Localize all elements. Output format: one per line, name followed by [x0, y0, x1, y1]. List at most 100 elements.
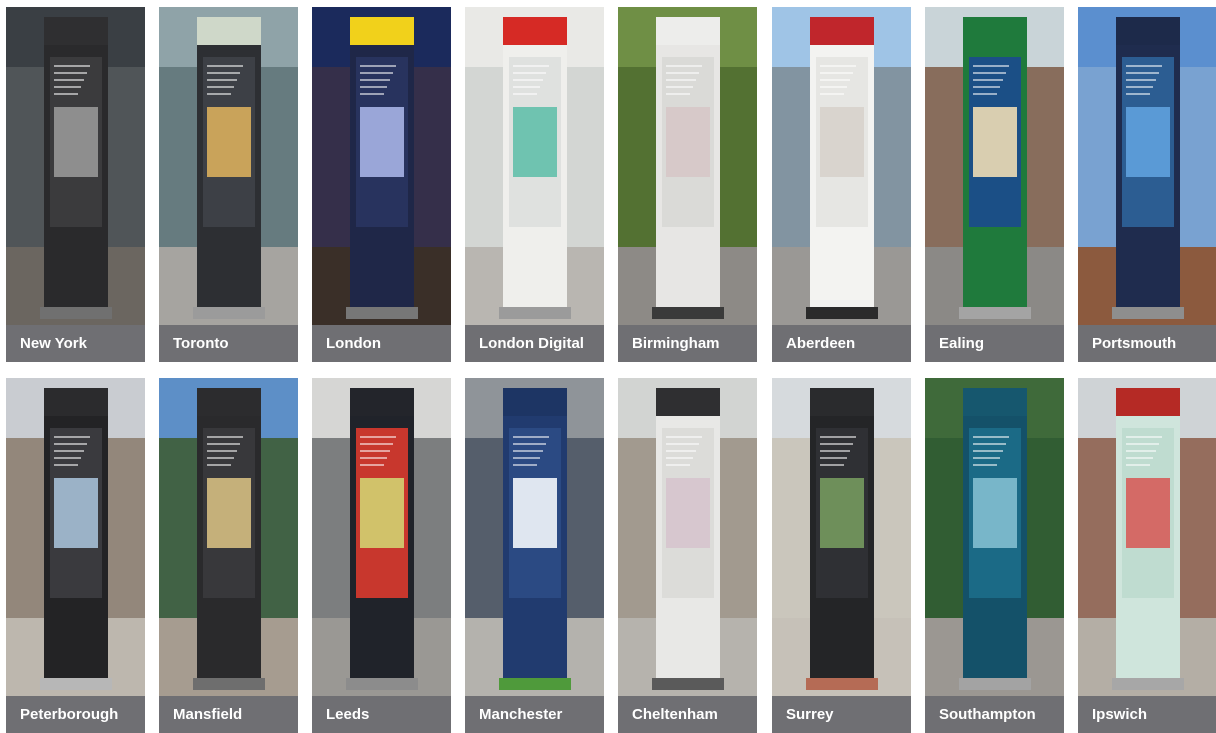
tile-peterborough[interactable]: Peterborough	[6, 378, 145, 733]
sign-base	[959, 678, 1031, 690]
text-line	[666, 464, 690, 466]
sign-photo	[1078, 7, 1216, 325]
text-line	[666, 72, 699, 74]
sign-header	[503, 388, 567, 416]
sign-photo-illustration	[618, 378, 757, 696]
text-line	[666, 443, 699, 445]
text-line	[973, 436, 1009, 438]
tile-ipswich[interactable]: Ipswich	[1078, 378, 1216, 733]
sign-photo	[465, 7, 604, 325]
text-line	[207, 86, 234, 88]
text-line	[207, 93, 231, 95]
tile-toronto[interactable]: Toronto	[159, 7, 298, 362]
text-line	[513, 72, 546, 74]
sign-base	[499, 307, 571, 319]
map-icon	[207, 478, 251, 548]
city-caption: Portsmouth	[1078, 325, 1216, 362]
sign-base	[806, 307, 878, 319]
sign-base	[346, 678, 418, 690]
text-line	[1126, 79, 1156, 81]
sign-header	[1116, 388, 1180, 416]
map-icon	[666, 478, 710, 548]
text-line	[207, 436, 243, 438]
sign-photo-illustration	[312, 378, 451, 696]
text-line	[207, 79, 237, 81]
sign-base	[346, 307, 418, 319]
text-line	[513, 457, 540, 459]
sign-header	[350, 17, 414, 45]
text-line	[360, 450, 390, 452]
text-line	[820, 443, 853, 445]
sign-photo	[312, 378, 451, 696]
sign-photo	[312, 7, 451, 325]
text-line	[666, 457, 693, 459]
tile-cheltenham[interactable]: Cheltenham	[618, 378, 757, 733]
sign-header	[810, 388, 874, 416]
text-line	[513, 436, 549, 438]
tile-london[interactable]: London	[312, 7, 451, 362]
sign-photo-illustration	[6, 378, 145, 696]
map-icon	[1126, 478, 1170, 548]
text-line	[973, 464, 997, 466]
sign-photo	[465, 378, 604, 696]
sign-header	[350, 388, 414, 416]
text-line	[1126, 86, 1153, 88]
text-line	[666, 93, 690, 95]
text-line	[666, 79, 696, 81]
sign-photo	[6, 7, 145, 325]
text-line	[207, 443, 240, 445]
map-icon	[54, 107, 98, 177]
text-line	[513, 86, 540, 88]
map-icon	[513, 478, 557, 548]
tile-ealing[interactable]: Ealing	[925, 7, 1064, 362]
sign-photo-illustration	[465, 7, 604, 325]
sign-photo	[159, 7, 298, 325]
text-line	[820, 457, 847, 459]
text-line	[513, 450, 543, 452]
text-line	[513, 443, 546, 445]
sign-photo-illustration	[6, 7, 145, 325]
text-line	[360, 464, 384, 466]
tile-surrey[interactable]: Surrey	[772, 378, 911, 733]
sign-photo	[925, 378, 1064, 696]
city-caption: Mansfield	[159, 696, 298, 733]
map-icon	[973, 478, 1017, 548]
text-line	[666, 86, 693, 88]
tile-london-digital[interactable]: London Digital	[465, 7, 604, 362]
text-line	[820, 450, 850, 452]
text-line	[973, 72, 1006, 74]
tile-leeds[interactable]: Leeds	[312, 378, 451, 733]
tile-mansfield[interactable]: Mansfield	[159, 378, 298, 733]
tile-aberdeen[interactable]: Aberdeen	[772, 7, 911, 362]
tile-manchester[interactable]: Manchester	[465, 378, 604, 733]
sign-header	[963, 388, 1027, 416]
text-line	[973, 457, 1000, 459]
text-line	[1126, 443, 1159, 445]
text-line	[360, 457, 387, 459]
sign-photo-illustration	[925, 7, 1064, 325]
sign-photo	[1078, 378, 1216, 696]
text-line	[1126, 72, 1159, 74]
text-line	[360, 443, 393, 445]
text-line	[513, 464, 537, 466]
map-icon	[1126, 107, 1170, 177]
sign-photo	[772, 7, 911, 325]
sign-base	[1112, 678, 1184, 690]
sign-photo	[772, 378, 911, 696]
tile-birmingham[interactable]: Birmingham	[618, 7, 757, 362]
sign-photo	[6, 378, 145, 696]
sign-header	[656, 388, 720, 416]
text-line	[360, 72, 393, 74]
text-line	[1126, 464, 1150, 466]
city-caption: Birmingham	[618, 325, 757, 362]
text-line	[54, 93, 78, 95]
sign-photo-illustration	[1078, 378, 1216, 696]
text-line	[54, 72, 87, 74]
text-line	[54, 79, 84, 81]
sign-photo-illustration	[312, 7, 451, 325]
tile-southampton[interactable]: Southampton	[925, 378, 1064, 733]
tile-portsmouth[interactable]: Portsmouth	[1078, 7, 1216, 362]
tile-new-york[interactable]: New York	[6, 7, 145, 362]
text-line	[54, 436, 90, 438]
text-line	[973, 79, 1003, 81]
